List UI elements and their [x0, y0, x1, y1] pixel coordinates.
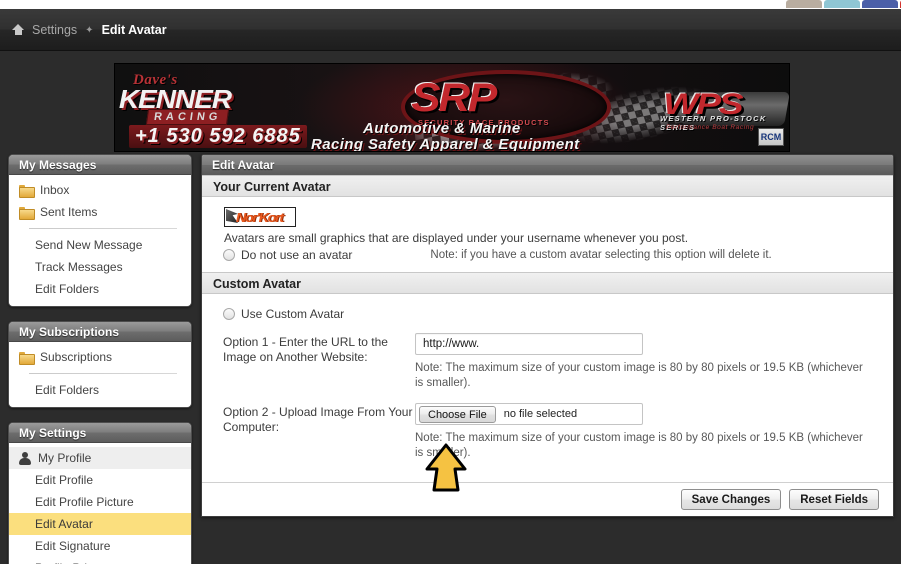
- sidebar-item-label: Inbox: [40, 183, 70, 197]
- sidebar-block-body: Inbox Sent Items Send New Message Track …: [9, 175, 191, 306]
- sponsor-banner[interactable]: Dave's KENNER RACING +1 530 592 6885 SRP…: [114, 63, 790, 152]
- sidebar-item-label: Subscriptions: [40, 350, 113, 364]
- sidebar-item-label: My Profile: [38, 451, 92, 465]
- sidebar-item-my-profile[interactable]: My Profile: [9, 447, 191, 469]
- radio-label-do-not-use-avatar: Do not use an avatar: [241, 248, 353, 262]
- sidebar-item-subscriptions[interactable]: Subscriptions: [9, 346, 191, 368]
- option-1-field: Note: The maximum size of your custom im…: [415, 333, 893, 391]
- section-heading-custom-avatar: Custom Avatar: [202, 272, 893, 294]
- avatar-logo-text: Nor'Kort: [235, 210, 284, 225]
- sidebar-divider: [29, 228, 177, 229]
- section-heading-current-avatar: Your Current Avatar: [202, 175, 893, 197]
- radio-label-use-custom-avatar: Use Custom Avatar: [241, 307, 345, 321]
- banner-kenner-phone: +1 530 592 6885: [129, 125, 307, 148]
- browser-tab-strip: [0, 0, 901, 9]
- banner-kenner-racing: RACING: [145, 109, 230, 125]
- browser-tab-1[interactable]: [786, 0, 822, 8]
- page-root: Settings ✦ Edit Avatar Dave's KENNER RAC…: [0, 0, 901, 564]
- banner-background: Dave's KENNER RACING +1 530 592 6885 SRP…: [115, 64, 789, 151]
- sidebar-item-edit-profile[interactable]: Edit Profile: [9, 469, 191, 491]
- do-not-use-avatar-row[interactable]: Do not use an avatar Note: if you have a…: [202, 248, 893, 262]
- home-icon[interactable]: [12, 24, 24, 36]
- browser-tab-3[interactable]: [862, 0, 898, 8]
- person-icon: [19, 451, 31, 465]
- option-2-hint: Note: The maximum size of your custom im…: [415, 432, 863, 459]
- sidebar-item-edit-signature[interactable]: Edit Signature: [9, 535, 191, 557]
- breadcrumb: Settings ✦ Edit Avatar: [12, 9, 167, 51]
- sidebar-item-label: Edit Folders: [35, 383, 100, 397]
- current-avatar-image: Nor'Kort: [224, 207, 296, 227]
- sidebar-block-title: My Settings: [9, 423, 191, 443]
- banner-wps-tagline: Performance Boat Racing: [666, 124, 755, 131]
- sidebar-block-my-settings: My Settings My Profile Edit Profile Edit…: [8, 422, 192, 564]
- sidebar-block-body: My Profile Edit Profile Edit Profile Pic…: [9, 443, 191, 564]
- sidebar-item-label: Send New Message: [35, 238, 143, 252]
- folder-icon: [19, 184, 35, 198]
- reset-fields-button[interactable]: Reset Fields: [789, 489, 879, 510]
- sidebar-block-title: My Subscriptions: [9, 322, 191, 342]
- panel-footer: Save Changes Reset Fields: [202, 482, 893, 516]
- option-1-label: Option 1 - Enter the URL to the Image on…: [223, 335, 388, 364]
- sidebar-block-title: My Messages: [9, 155, 191, 175]
- sidebar: My Messages Inbox Sent Items Send New Me…: [8, 154, 192, 564]
- sidebar-item-inbox[interactable]: Inbox: [9, 179, 191, 201]
- breadcrumb-current: Edit Avatar: [101, 23, 167, 37]
- banner-srp-line2: Racing Safety Apparel & Equipment: [311, 136, 580, 152]
- sidebar-block-my-messages: My Messages Inbox Sent Items Send New Me…: [8, 154, 192, 307]
- breadcrumb-separator-icon: ✦: [85, 24, 94, 36]
- sidebar-item-sent-items[interactable]: Sent Items: [9, 201, 191, 223]
- avatar-url-input[interactable]: [415, 333, 643, 355]
- sidebar-divider: [29, 373, 177, 374]
- sidebar-item-label: Edit Profile: [35, 473, 94, 487]
- banner-srp-line1: Automotive & Marine: [363, 120, 521, 137]
- file-upload-control[interactable]: Choose File no file selected: [415, 403, 643, 425]
- sidebar-block-my-subscriptions: My Subscriptions Subscriptions Edit Fold…: [8, 321, 192, 408]
- sidebar-item-label: Sent Items: [40, 205, 98, 219]
- top-navigation-bar: Settings ✦ Edit Avatar: [0, 9, 901, 51]
- section-body-current-avatar: Nor'Kort Avatars are small graphics that…: [202, 197, 893, 272]
- sidebar-item-profile-privacy[interactable]: Profile Privacy: [9, 557, 191, 564]
- sidebar-block-body: Subscriptions Edit Folders: [9, 342, 191, 407]
- banner-srp-title: SRP: [411, 76, 497, 120]
- do-not-use-avatar-note: Note: if you have a custom avatar select…: [430, 249, 772, 261]
- sidebar-item-send-new-message[interactable]: Send New Message: [9, 234, 191, 256]
- panel-title: Edit Avatar: [202, 155, 893, 175]
- sidebar-item-subscription-edit-folders[interactable]: Edit Folders: [9, 379, 191, 401]
- sidebar-item-edit-avatar[interactable]: Edit Avatar: [9, 513, 191, 535]
- browser-tab-2[interactable]: [824, 0, 860, 8]
- avatar-description: Avatars are small graphics that are disp…: [224, 231, 689, 245]
- option-1-row: Option 1 - Enter the URL to the Image on…: [202, 321, 893, 391]
- save-changes-button[interactable]: Save Changes: [680, 489, 782, 510]
- option-1-hint: Note: The maximum size of your custom im…: [415, 362, 863, 389]
- sidebar-item-track-messages[interactable]: Track Messages: [9, 256, 191, 278]
- breadcrumb-settings-link[interactable]: Settings: [32, 23, 77, 37]
- option-2-field: Choose File no file selected Note: The m…: [415, 403, 893, 461]
- main-panel: Edit Avatar Your Current Avatar Nor'Kort…: [201, 154, 894, 517]
- sidebar-item-label: Edit Folders: [35, 282, 100, 296]
- sidebar-item-label: Track Messages: [35, 260, 123, 274]
- choose-file-button[interactable]: Choose File: [419, 405, 496, 423]
- radio-do-not-use-avatar[interactable]: [223, 249, 235, 261]
- banner-rcm-badge: RCM: [758, 128, 784, 146]
- sidebar-item-label: Edit Signature: [35, 539, 111, 553]
- use-custom-avatar-row[interactable]: Use Custom Avatar: [202, 307, 893, 321]
- sidebar-item-edit-folders[interactable]: Edit Folders: [9, 278, 191, 300]
- folder-icon: [19, 351, 35, 365]
- radio-use-custom-avatar[interactable]: [223, 308, 235, 320]
- sidebar-item-label: Edit Avatar: [35, 517, 93, 531]
- folder-icon: [19, 206, 35, 220]
- sidebar-item-label: Edit Profile Picture: [35, 495, 134, 509]
- section-body-custom-avatar: Use Custom Avatar Option 1 - Enter the U…: [202, 294, 893, 471]
- sidebar-item-edit-profile-picture[interactable]: Edit Profile Picture: [9, 491, 191, 513]
- file-status-label: no file selected: [503, 408, 578, 420]
- option-2-label: Option 2 - Upload Image From Your Comput…: [223, 405, 413, 434]
- option-2-row: Option 2 - Upload Image From Your Comput…: [202, 391, 893, 461]
